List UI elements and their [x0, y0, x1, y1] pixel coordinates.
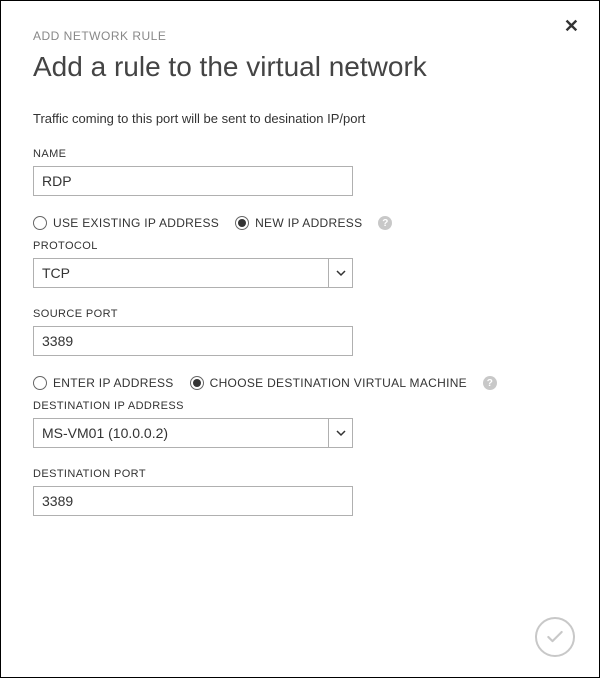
new-ip-radio[interactable]: NEW IP ADDRESS — [235, 216, 362, 230]
destination-port-input[interactable] — [33, 486, 353, 516]
description-text: Traffic coming to this port will be sent… — [33, 111, 567, 126]
name-input[interactable] — [33, 166, 353, 196]
source-port-label: SOURCE PORT — [33, 308, 567, 320]
protocol-value: TCP — [34, 265, 328, 281]
destination-ip-field-block: DESTINATION IP ADDRESS MS-VM01 (10.0.0.2… — [33, 400, 567, 448]
radio-label: CHOOSE DESTINATION VIRTUAL MACHINE — [210, 376, 467, 390]
radio-icon — [33, 216, 47, 230]
destination-port-label: DESTINATION PORT — [33, 468, 567, 480]
radio-label: ENTER IP ADDRESS — [53, 376, 174, 390]
enter-ip-radio[interactable]: ENTER IP ADDRESS — [33, 376, 174, 390]
close-button[interactable]: ✕ — [564, 17, 579, 35]
radio-label: USE EXISTING IP ADDRESS — [53, 216, 219, 230]
source-port-field-block: SOURCE PORT — [33, 308, 567, 356]
destination-ip-select[interactable]: MS-VM01 (10.0.0.2) — [33, 418, 353, 448]
check-icon — [545, 627, 565, 647]
source-port-input[interactable] — [33, 326, 353, 356]
radio-icon — [235, 216, 249, 230]
add-network-rule-dialog: ✕ ADD NETWORK RULE Add a rule to the vir… — [1, 1, 599, 677]
name-field-block: NAME — [33, 148, 567, 196]
destination-port-field-block: DESTINATION PORT — [33, 468, 567, 516]
breadcrumb: ADD NETWORK RULE — [33, 29, 567, 43]
chevron-down-icon — [328, 259, 352, 287]
protocol-field-block: PROTOCOL TCP — [33, 240, 567, 288]
choose-vm-radio[interactable]: CHOOSE DESTINATION VIRTUAL MACHINE — [190, 376, 467, 390]
protocol-label: PROTOCOL — [33, 240, 567, 252]
destination-mode-radio-group: ENTER IP ADDRESS CHOOSE DESTINATION VIRT… — [33, 376, 567, 390]
radio-icon — [190, 376, 204, 390]
chevron-down-icon — [328, 419, 352, 447]
close-icon: ✕ — [564, 16, 579, 36]
use-existing-ip-radio[interactable]: USE EXISTING IP ADDRESS — [33, 216, 219, 230]
name-label: NAME — [33, 148, 567, 160]
protocol-select[interactable]: TCP — [33, 258, 353, 288]
ip-mode-radio-group: USE EXISTING IP ADDRESS NEW IP ADDRESS ? — [33, 216, 567, 230]
help-icon[interactable]: ? — [378, 216, 392, 230]
destination-ip-value: MS-VM01 (10.0.0.2) — [34, 425, 328, 441]
radio-label: NEW IP ADDRESS — [255, 216, 362, 230]
help-icon[interactable]: ? — [483, 376, 497, 390]
destination-ip-label: DESTINATION IP ADDRESS — [33, 400, 567, 412]
radio-icon — [33, 376, 47, 390]
confirm-button[interactable] — [535, 617, 575, 657]
page-title: Add a rule to the virtual network — [33, 51, 567, 83]
